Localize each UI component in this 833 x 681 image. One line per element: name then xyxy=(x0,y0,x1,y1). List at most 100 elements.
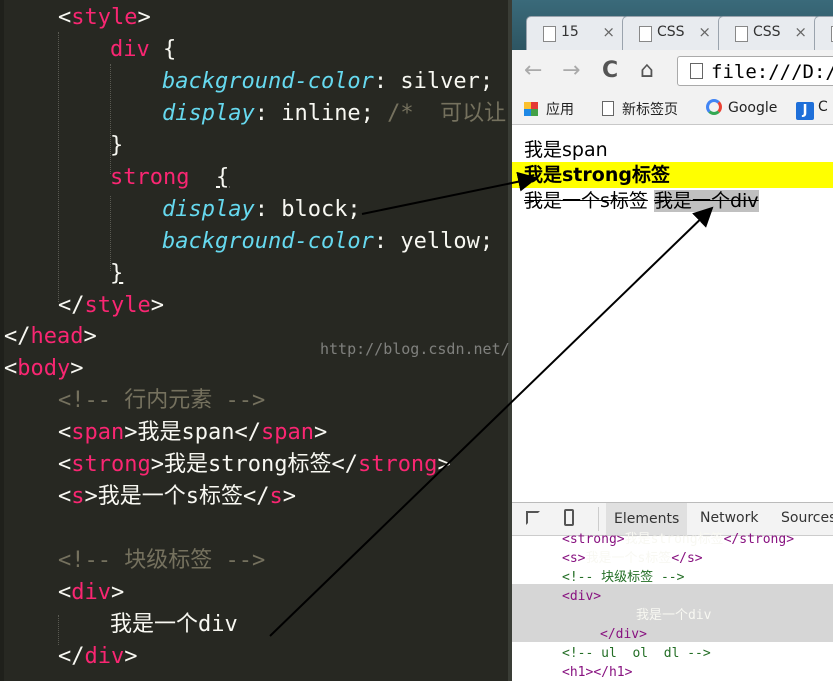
code-line: <!-- 行内元素 --> xyxy=(58,385,265,417)
code-token: : inline; xyxy=(254,101,388,126)
code-token: > xyxy=(313,420,328,445)
code-token: 我是一个div xyxy=(110,612,238,637)
code-token: >我是strong标签</ xyxy=(150,452,358,477)
address-bar[interactable]: file:///D:/C xyxy=(677,56,833,86)
code-token: < xyxy=(58,580,72,605)
bookmark-new-tab[interactable]: 新标签页 xyxy=(602,99,678,119)
code-token: > xyxy=(111,580,125,605)
code-token: body xyxy=(17,356,71,381)
dom-token: </h1> xyxy=(593,665,633,680)
code-token: < xyxy=(58,452,72,477)
inspect-icon[interactable] xyxy=(526,511,540,525)
dom-node-line[interactable]: <div> xyxy=(562,587,601,606)
bookmarks-bar: 应用 新标签页 Google JC xyxy=(512,92,833,125)
code-line: } xyxy=(110,130,123,162)
dom-token: <!-- ul ol dl --> xyxy=(562,646,711,661)
code-token: : silver; xyxy=(373,69,494,94)
dom-token: </div> xyxy=(600,627,647,642)
browser-tab[interactable]: CSS × xyxy=(718,16,820,50)
code-line: </style> xyxy=(58,290,164,322)
code-token: { xyxy=(149,37,177,62)
address-text: file:///D:/C xyxy=(711,61,833,83)
dom-node-line[interactable]: <strong>我是strong标签</strong> xyxy=(562,530,794,549)
code-token: > xyxy=(150,293,164,318)
code-token: background-color xyxy=(162,69,374,94)
code-token: > xyxy=(282,484,296,509)
code-token: strong xyxy=(110,165,190,190)
browser-tab[interactable] xyxy=(814,16,833,50)
reload-icon[interactable]: C xyxy=(602,58,618,83)
code-token: : block; xyxy=(254,197,361,222)
device-icon[interactable] xyxy=(564,509,574,526)
code-line: strong { xyxy=(110,162,229,194)
dom-token: <s> xyxy=(562,551,586,566)
code-line: <span>我是span</span> xyxy=(58,417,327,449)
bookmark-c[interactable]: JC xyxy=(796,99,828,120)
dom-node-line[interactable]: </div> xyxy=(600,625,647,644)
dom-node-line[interactable]: 我是一个div xyxy=(636,606,711,625)
bookmark-apps[interactable]: 应用 xyxy=(524,99,574,119)
home-icon[interactable]: ⌂ xyxy=(640,58,654,83)
bookmark-google[interactable]: Google xyxy=(706,99,777,116)
code-line: background-color: yellow; xyxy=(162,226,493,258)
page-icon xyxy=(602,101,614,116)
dom-node-line[interactable]: <s>我是一个s标签</s> xyxy=(562,549,703,568)
page-icon xyxy=(543,26,556,42)
page-icon xyxy=(690,63,703,79)
dom-node-line[interactable]: <h1></h1> xyxy=(562,663,632,681)
dom-node-line[interactable]: <!-- 块级标签 --> xyxy=(562,568,684,587)
watermark: http://blog.csdn.net/ xyxy=(320,340,510,358)
dom-token: </strong> xyxy=(723,532,795,547)
code-token: span xyxy=(71,420,125,445)
code-token: < xyxy=(58,420,72,445)
close-icon[interactable]: × xyxy=(602,23,615,41)
tab-network[interactable]: Network xyxy=(700,510,758,526)
tab-label: 15 xyxy=(561,24,579,40)
code-token: </ xyxy=(58,293,85,318)
browser-tab[interactable]: 15 × xyxy=(526,16,628,50)
code-token: <!-- 行内元素 --> xyxy=(58,388,266,413)
dom-token: <strong> xyxy=(562,532,625,547)
div-inline: 我是一个div xyxy=(653,190,759,212)
code-line: </div> xyxy=(58,641,138,673)
close-icon[interactable]: × xyxy=(698,23,711,41)
devtools-panel: Elements Network Sources <strong>我是stron… xyxy=(512,502,833,681)
tab-strip: 15 × CSS × CSS × xyxy=(512,0,833,50)
code-line: <div> xyxy=(58,577,124,609)
close-icon[interactable]: × xyxy=(794,23,807,41)
code-token: >我是一个s标签</ xyxy=(84,484,270,509)
code-line: </head> xyxy=(4,321,97,353)
code-line: display: block; xyxy=(162,194,361,226)
google-icon xyxy=(706,99,722,115)
j-icon: J xyxy=(796,102,814,120)
browser-window: 15 × CSS × CSS × ← → C ⌂ file:///D:/C 应用 xyxy=(512,0,833,681)
dom-token: <h1> xyxy=(562,665,594,680)
code-token: < xyxy=(58,484,72,509)
dom-node-line[interactable]: <!-- ul ol dl --> xyxy=(562,644,711,663)
code-token: display xyxy=(162,101,255,126)
code-line: <s>我是一个s标签</s> xyxy=(58,481,296,513)
code-token: : yellow; xyxy=(373,229,494,254)
bookmark-label: 应用 xyxy=(546,102,574,118)
dom-token: <!-- 块级标签 --> xyxy=(562,570,685,585)
code-token: s xyxy=(269,484,283,509)
code-token: div xyxy=(110,37,150,62)
dom-token: 我是一个s标签 xyxy=(585,551,672,566)
bookmark-label: C xyxy=(818,99,828,115)
bookmark-label: 新标签页 xyxy=(622,102,678,118)
dom-tree[interactable]: <strong>我是strong标签</strong> <s>我是一个s标签</s… xyxy=(512,532,833,681)
code-token: > xyxy=(70,356,84,381)
code-token: } xyxy=(110,261,124,286)
s-text: 我是一个s标签 xyxy=(524,190,648,212)
code-line: <strong>我是strong标签</strong> xyxy=(58,449,451,481)
code-line: display: inline; /* 可以让 xyxy=(162,98,506,130)
dom-token: 我是strong标签 xyxy=(624,532,724,547)
tab-sources[interactable]: Sources xyxy=(781,510,833,526)
divider xyxy=(598,507,599,531)
forward-arrow-icon[interactable]: → xyxy=(562,58,580,83)
span-text: 我是span xyxy=(524,139,608,161)
browser-tab[interactable]: CSS × xyxy=(622,16,724,50)
back-arrow-icon[interactable]: ← xyxy=(524,58,542,83)
code-token: strong xyxy=(357,452,438,477)
